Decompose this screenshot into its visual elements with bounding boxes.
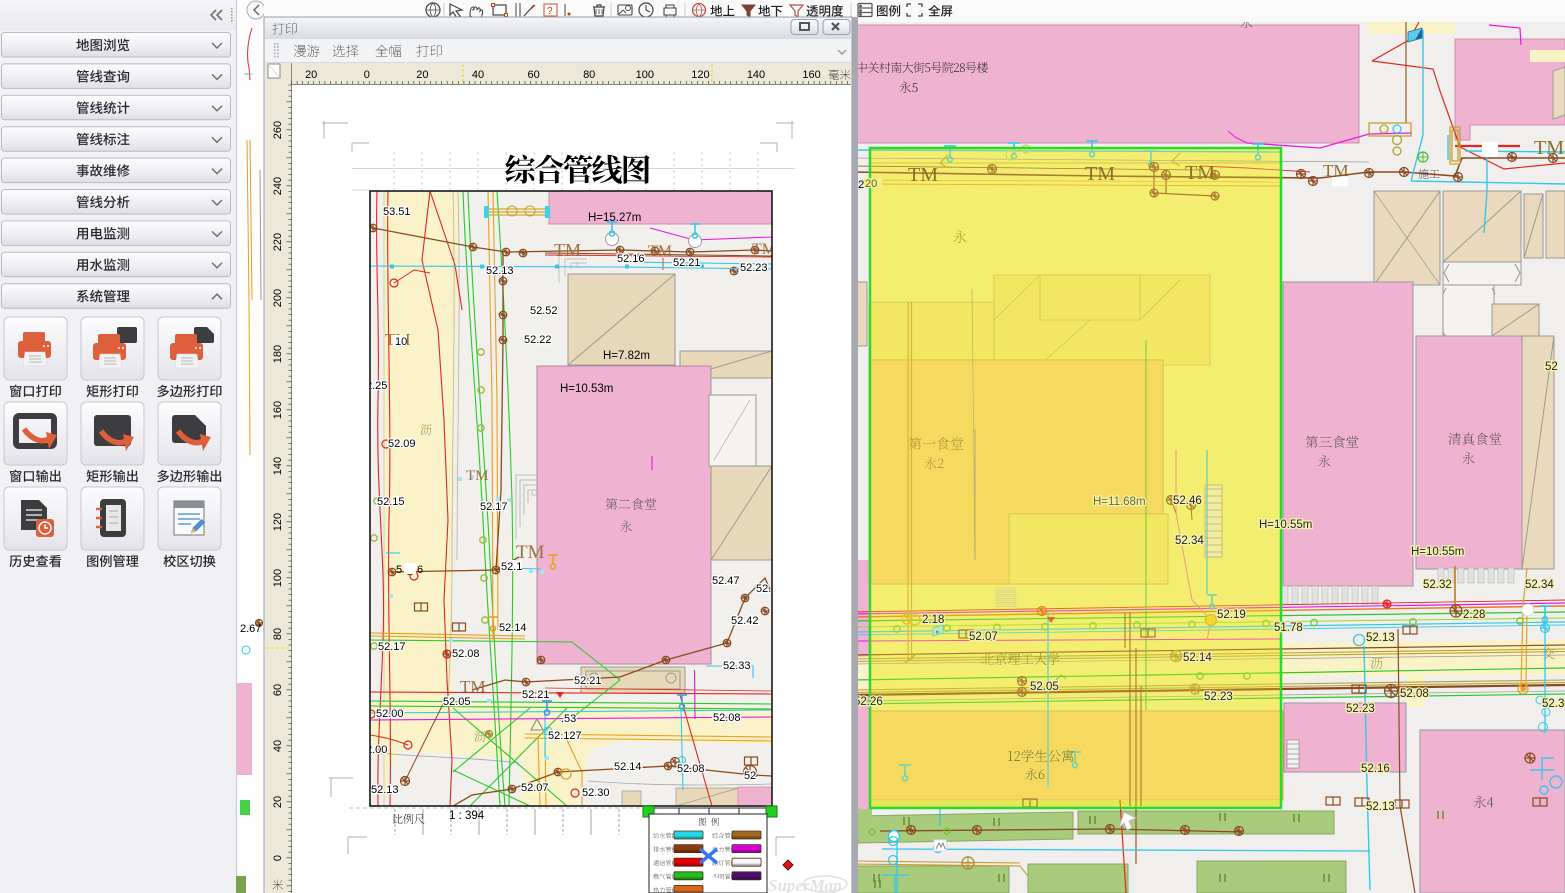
svg-text:80: 80 [272, 628, 284, 640]
svg-text:TM: TM [1085, 163, 1115, 185]
svg-text:52.23: 52.23 [740, 262, 768, 274]
svg-text:52.14: 52.14 [614, 761, 642, 773]
svg-text:20: 20 [272, 796, 284, 808]
svg-text:120: 120 [691, 69, 709, 81]
svg-text:80: 80 [583, 69, 595, 81]
svg-text:H=7.82m: H=7.82m [603, 350, 650, 362]
svg-text:52.15: 52.15 [377, 496, 405, 508]
svg-text:TM: TM [554, 240, 581, 260]
svg-text:240: 240 [272, 177, 284, 195]
svg-text:52.: 52. [756, 583, 771, 595]
svg-text:H=15.27m: H=15.27m [588, 212, 641, 224]
svg-text:53.51: 53.51 [383, 206, 411, 218]
svg-text:.53: .53 [561, 713, 576, 725]
svg-text:52.16: 52.16 [617, 253, 645, 265]
svg-text:TM: TM [460, 677, 486, 696]
svg-text:2.28: 2.28 [1463, 609, 1485, 621]
svg-text:TM: TM [516, 542, 545, 563]
svg-text:52.52: 52.52 [530, 305, 558, 317]
svg-text:52.1: 52.1 [501, 561, 522, 573]
svg-text:52.22: 52.22 [524, 334, 552, 346]
svg-text:100: 100 [636, 69, 654, 81]
svg-text:200: 200 [272, 289, 284, 307]
svg-text:52.42: 52.42 [731, 615, 759, 627]
svg-text:40: 40 [272, 740, 284, 752]
svg-text:180: 180 [272, 345, 284, 363]
svg-text:52.21: 52.21 [574, 675, 602, 687]
svg-text:51.78: 51.78 [1274, 622, 1303, 634]
svg-text:52.34: 52.34 [1175, 535, 1204, 547]
svg-text:52.05: 52.05 [1030, 681, 1059, 693]
svg-text:52.14: 52.14 [1183, 652, 1212, 664]
svg-text:40: 40 [472, 69, 484, 81]
svg-text:52.08: 52.08 [677, 763, 705, 775]
svg-text:52.34: 52.34 [1525, 579, 1554, 591]
svg-text:TM: TM [908, 164, 938, 186]
svg-text:H=11.68m: H=11.68m [1093, 496, 1146, 508]
svg-text:H=10.55m: H=10.55m [1411, 546, 1464, 558]
svg-text:10: 10 [395, 336, 407, 348]
svg-text:TM: TM [1185, 162, 1215, 184]
svg-text:52.08: 52.08 [1400, 688, 1429, 700]
svg-text:52.13: 52.13 [486, 265, 514, 277]
svg-text:0: 0 [272, 855, 284, 861]
svg-text:52.17: 52.17 [378, 641, 406, 653]
svg-text:?: ? [547, 6, 553, 17]
svg-text:52.23: 52.23 [1346, 703, 1375, 715]
svg-text:5: 5 [396, 564, 402, 576]
svg-text:2.18: 2.18 [922, 614, 944, 626]
svg-text:SuperMap: SuperMap [768, 876, 842, 893]
svg-text:52.09: 52.09 [388, 438, 416, 450]
svg-text:52.07: 52.07 [969, 631, 998, 643]
svg-text:52.14: 52.14 [499, 622, 527, 634]
svg-text:20: 20 [416, 69, 428, 81]
svg-text:52.46: 52.46 [1173, 495, 1202, 507]
svg-text:TM: TM [1323, 161, 1349, 180]
svg-text:52.21: 52.21 [673, 257, 701, 269]
svg-text:140: 140 [272, 457, 284, 475]
svg-text:52.05: 52.05 [443, 696, 471, 708]
svg-text:2.67: 2.67 [240, 623, 261, 635]
svg-text:52.23: 52.23 [1204, 691, 1233, 703]
svg-text:160: 160 [272, 401, 284, 419]
svg-text:52.13: 52.13 [1366, 801, 1395, 813]
svg-text:52.17: 52.17 [480, 501, 508, 513]
svg-text:0: 0 [364, 69, 370, 81]
svg-text:52.19: 52.19 [1217, 609, 1246, 621]
svg-text:TM: TM [1534, 137, 1564, 159]
svg-text:52.08: 52.08 [452, 648, 480, 660]
svg-text:60: 60 [527, 69, 539, 81]
svg-text:H=10.53m: H=10.53m [560, 383, 613, 395]
svg-text:52.21: 52.21 [522, 689, 550, 701]
svg-text:52.08: 52.08 [713, 712, 741, 724]
svg-text:60: 60 [272, 684, 284, 696]
svg-text:52.30: 52.30 [1542, 698, 1565, 710]
svg-text:H=10.55m: H=10.55m [1259, 519, 1312, 531]
svg-text:20: 20 [305, 69, 317, 81]
svg-text:100: 100 [272, 569, 284, 587]
svg-text:52.07: 52.07 [521, 782, 549, 794]
svg-text:52.13: 52.13 [371, 784, 399, 796]
svg-text:52.26: 52.26 [854, 696, 883, 708]
svg-text:52.47: 52.47 [712, 575, 740, 587]
svg-text:1 : 394: 1 : 394 [449, 810, 485, 822]
svg-text:140: 140 [747, 69, 765, 81]
svg-text:TM: TM [466, 468, 489, 484]
svg-text:120: 120 [272, 513, 284, 531]
svg-text:20: 20 [865, 178, 877, 190]
svg-text:260: 260 [272, 121, 284, 139]
svg-text:52.33: 52.33 [723, 660, 751, 672]
svg-text:52.32: 52.32 [1423, 579, 1452, 591]
svg-text:52.16: 52.16 [1361, 763, 1390, 775]
svg-text:52.127: 52.127 [548, 730, 582, 742]
svg-text:52.13: 52.13 [1366, 632, 1395, 644]
svg-text:52.30: 52.30 [582, 787, 610, 799]
svg-text:52: 52 [744, 770, 756, 782]
svg-text:TM: TM [648, 243, 672, 260]
svg-text:220: 220 [272, 233, 284, 251]
svg-text:160: 160 [802, 69, 820, 81]
svg-text:6: 6 [417, 564, 423, 576]
svg-text:52: 52 [1545, 361, 1558, 373]
svg-text:52.00: 52.00 [376, 708, 404, 720]
